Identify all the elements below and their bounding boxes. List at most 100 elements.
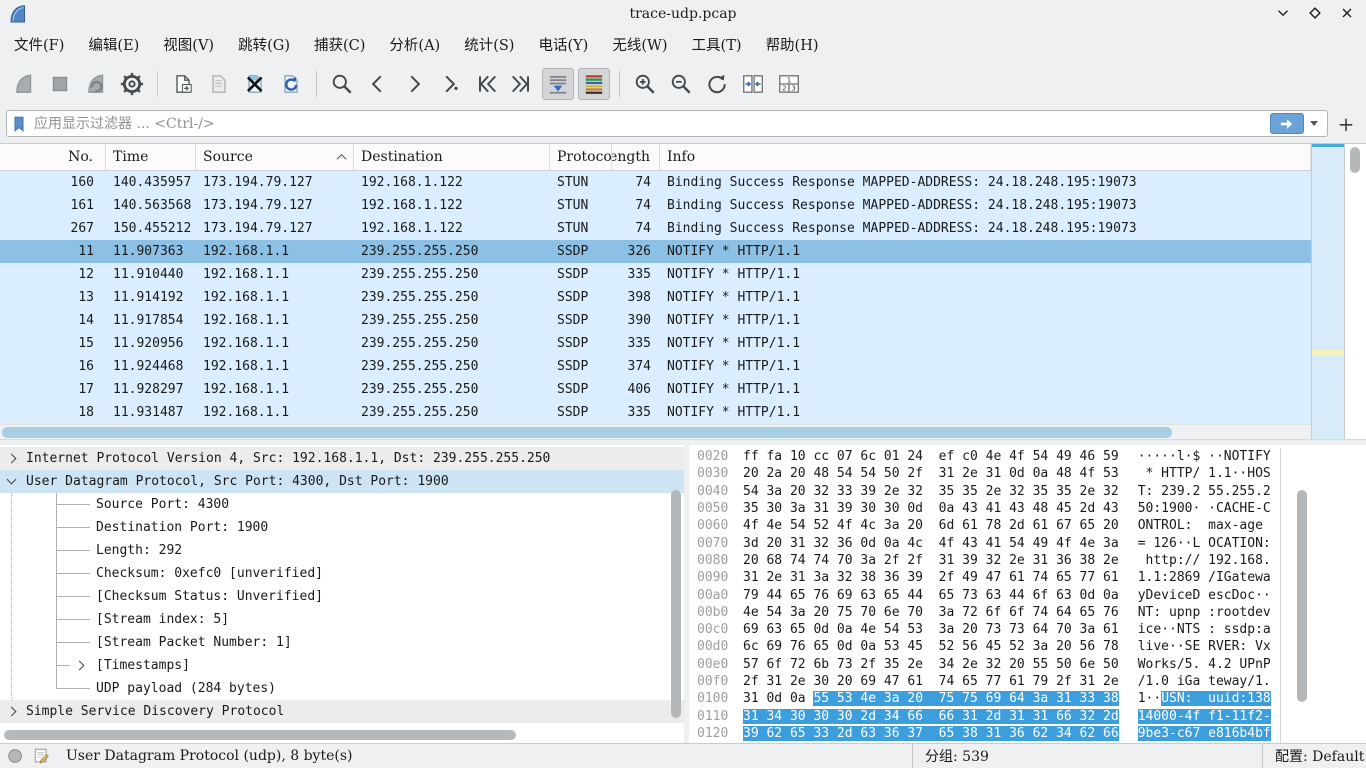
resize-columns-icon[interactable] (737, 68, 769, 100)
detail-row[interactable]: [Stream index: 5] (0, 608, 684, 631)
detail-row[interactable]: Destination Port: 1900 (0, 516, 684, 539)
hex-row-0050[interactable]: 005035 30 3a 31 39 30 30 0d 0a 43 41 43 … (697, 500, 1280, 517)
packet-row-16[interactable]: 1611.924468192.168.1.1239.255.255.250SSD… (0, 355, 1311, 378)
packet-row-267[interactable]: 267150.455212173.194.79.127192.168.1.122… (0, 217, 1311, 240)
hex-row-00d0[interactable]: 00d06c 69 76 65 0d 0a 53 45 52 56 45 52 … (697, 638, 1280, 655)
capture-options-icon[interactable] (116, 68, 148, 100)
detail-row[interactable]: [Timestamps] (0, 654, 684, 677)
go-back-icon[interactable] (362, 68, 394, 100)
vscroll-thumb[interactable] (1297, 490, 1307, 702)
svg-text:3: 3 (791, 84, 796, 93)
detail-row[interactable]: UDP payload (284 bytes) (0, 677, 684, 700)
packet-row-15[interactable]: 1511.920956192.168.1.1239.255.255.250SSD… (0, 332, 1311, 355)
hex-row-0040[interactable]: 004054 3a 20 32 33 39 2e 32 35 35 2e 32 … (697, 483, 1280, 500)
close-icon[interactable] (1338, 4, 1356, 22)
packet-row-17[interactable]: 1711.928297192.168.1.1239.255.255.250SSD… (0, 378, 1311, 401)
packet-row-18[interactable]: 1811.931487192.168.1.1239.255.255.250SSD… (0, 401, 1311, 424)
hex-row-00c0[interactable]: 00c069 63 65 0d 0a 4e 54 53 3a 20 73 73 … (697, 621, 1280, 638)
packet-row-161[interactable]: 161140.563568173.194.79.127192.168.1.122… (0, 194, 1311, 217)
filter-add-button[interactable]: + (1334, 114, 1358, 134)
find-packet-icon[interactable] (326, 68, 358, 100)
display-filter-field[interactable] (6, 110, 1328, 137)
column-header-info[interactable]: Info (660, 144, 1311, 170)
hscroll-thumb[interactable] (4, 730, 516, 740)
go-first-icon[interactable] (470, 68, 502, 100)
detail-scrollbar[interactable] (670, 445, 682, 743)
detail-row[interactable]: Simple Service Discovery Protocol (0, 700, 684, 723)
status-profile[interactable]: 配置: Default (1262, 744, 1366, 768)
menu-item-edit[interactable]: 编辑(E) (76, 31, 151, 58)
go-to-packet-icon[interactable] (434, 68, 466, 100)
column-header-source[interactable]: Source (196, 144, 354, 170)
filter-dropdown-caret-icon[interactable] (1310, 121, 1318, 126)
detail-row[interactable]: Checksum: 0xefc0 [unverified] (0, 562, 684, 585)
hex-row-0100[interactable]: 010031 0d 0a 55 53 4e 3a 20 75 75 69 64 … (697, 690, 1280, 707)
hex-dump[interactable]: 0020ff fa 10 cc 07 6c 01 24 ef c0 4e 4f … (689, 448, 1281, 743)
filter-bookmark-icon[interactable] (11, 114, 27, 134)
capture-comment-icon[interactable] (32, 746, 52, 766)
expert-info-icon[interactable] (6, 746, 26, 766)
hex-row-0120[interactable]: 012039 62 65 33 2d 63 36 37 65 38 31 36 … (697, 725, 1280, 742)
column-header-time[interactable]: Time (106, 144, 196, 170)
menu-item-file[interactable]: 文件(F) (2, 31, 76, 58)
detail-row[interactable]: Source Port: 4300 (0, 493, 684, 516)
hex-row-00b0[interactable]: 00b04e 54 3a 20 75 70 6e 70 3a 72 6f 6f … (697, 604, 1280, 621)
packet-row-160[interactable]: 160140.435957173.194.79.127192.168.1.122… (0, 171, 1311, 194)
detail-row[interactable]: Length: 292 (0, 539, 684, 562)
column-header-protocol[interactable]: Protocol (550, 144, 612, 170)
packet-list-hscrollbar[interactable] (0, 424, 1311, 439)
hex-row-0060[interactable]: 00604f 4e 54 52 4f 4c 3a 20 6d 61 78 2d … (697, 517, 1280, 534)
file-close-icon[interactable] (239, 68, 271, 100)
packet-list-scrollbar[interactable] (1345, 144, 1366, 439)
zoom-in-icon[interactable] (629, 68, 661, 100)
zoom-out-icon[interactable] (665, 68, 697, 100)
go-last-icon[interactable] (506, 68, 538, 100)
detail-row[interactable]: [Checksum Status: Unverified] (0, 585, 684, 608)
detail-row[interactable]: [Stream Packet Number: 1] (0, 631, 684, 654)
hex-row-00a0[interactable]: 00a079 44 65 76 69 63 65 44 65 73 63 44 … (697, 586, 1280, 603)
packet-row-11[interactable]: 1111.907363192.168.1.1239.255.255.250SSD… (0, 240, 1311, 263)
maximize-icon[interactable] (1306, 4, 1324, 22)
hex-row-0110[interactable]: 011031 34 30 30 30 2d 34 66 66 31 2d 31 … (697, 707, 1280, 724)
minimize-icon[interactable] (1274, 4, 1292, 22)
menu-item-help[interactable]: 帮助(H) (754, 31, 831, 58)
packet-list-minimap[interactable] (1311, 144, 1345, 439)
hex-row-00e0[interactable]: 00e057 6f 72 6b 73 2f 35 2e 34 2e 32 20 … (697, 656, 1280, 673)
colorize-icon[interactable] (578, 68, 610, 100)
zoom-reset-icon[interactable] (701, 68, 733, 100)
hex-row-0030[interactable]: 003020 2a 20 48 54 54 50 2f 31 2e 31 0d … (697, 465, 1280, 482)
menu-item-tools[interactable]: 工具(T) (680, 31, 754, 58)
column-header-no[interactable]: No. (0, 144, 106, 170)
hex-row-0080[interactable]: 008020 68 74 74 70 3a 2f 2f 31 39 32 2e … (697, 552, 1280, 569)
layout-icon[interactable]: 123 (773, 68, 805, 100)
detail-hscrollbar[interactable] (2, 729, 660, 741)
hscroll-thumb[interactable] (2, 427, 1172, 438)
hex-row-0070[interactable]: 00703d 20 31 32 36 0d 0a 4c 4f 43 41 54 … (697, 534, 1280, 551)
menu-item-telephony[interactable]: 电话(Y) (526, 31, 600, 58)
hex-row-0020[interactable]: 0020ff fa 10 cc 07 6c 01 24 ef c0 4e 4f … (697, 448, 1280, 465)
menu-item-go[interactable]: 跳转(G) (226, 31, 302, 58)
go-forward-icon[interactable] (398, 68, 430, 100)
hex-row-0090[interactable]: 009031 2e 31 3a 32 38 36 39 2f 49 47 61 … (697, 569, 1280, 586)
menu-item-analyze[interactable]: 分析(A) (377, 31, 452, 58)
menu-item-wireless[interactable]: 无线(W) (600, 31, 679, 58)
packet-row-14[interactable]: 1411.917854192.168.1.1239.255.255.250SSD… (0, 309, 1311, 332)
display-filter-input[interactable] (32, 115, 1270, 133)
vscroll-thumb[interactable] (1350, 147, 1360, 173)
packet-row-13[interactable]: 1311.914192192.168.1.1239.255.255.250SSD… (0, 286, 1311, 309)
column-header-destination[interactable]: Destination (354, 144, 550, 170)
filter-apply-button[interactable] (1270, 113, 1304, 134)
vscroll-thumb[interactable] (671, 490, 681, 718)
column-header-length[interactable]: Length (612, 144, 660, 170)
file-reload-icon[interactable] (275, 68, 307, 100)
menu-item-capture[interactable]: 捕获(C) (302, 31, 377, 58)
detail-row[interactable]: Internet Protocol Version 4, Src: 192.16… (0, 447, 684, 470)
file-open-icon[interactable] (167, 68, 199, 100)
menu-item-view[interactable]: 视图(V) (151, 31, 226, 58)
hex-row-00f0[interactable]: 00f02f 31 2e 30 20 69 47 61 74 65 77 61 … (697, 673, 1280, 690)
menu-item-statistics[interactable]: 统计(S) (452, 31, 526, 58)
auto-scroll-icon[interactable] (542, 68, 574, 100)
packet-row-12[interactable]: 1211.910440192.168.1.1239.255.255.250SSD… (0, 263, 1311, 286)
detail-row[interactable]: User Datagram Protocol, Src Port: 4300, … (0, 470, 684, 493)
bytes-scrollbar[interactable] (1289, 445, 1313, 743)
